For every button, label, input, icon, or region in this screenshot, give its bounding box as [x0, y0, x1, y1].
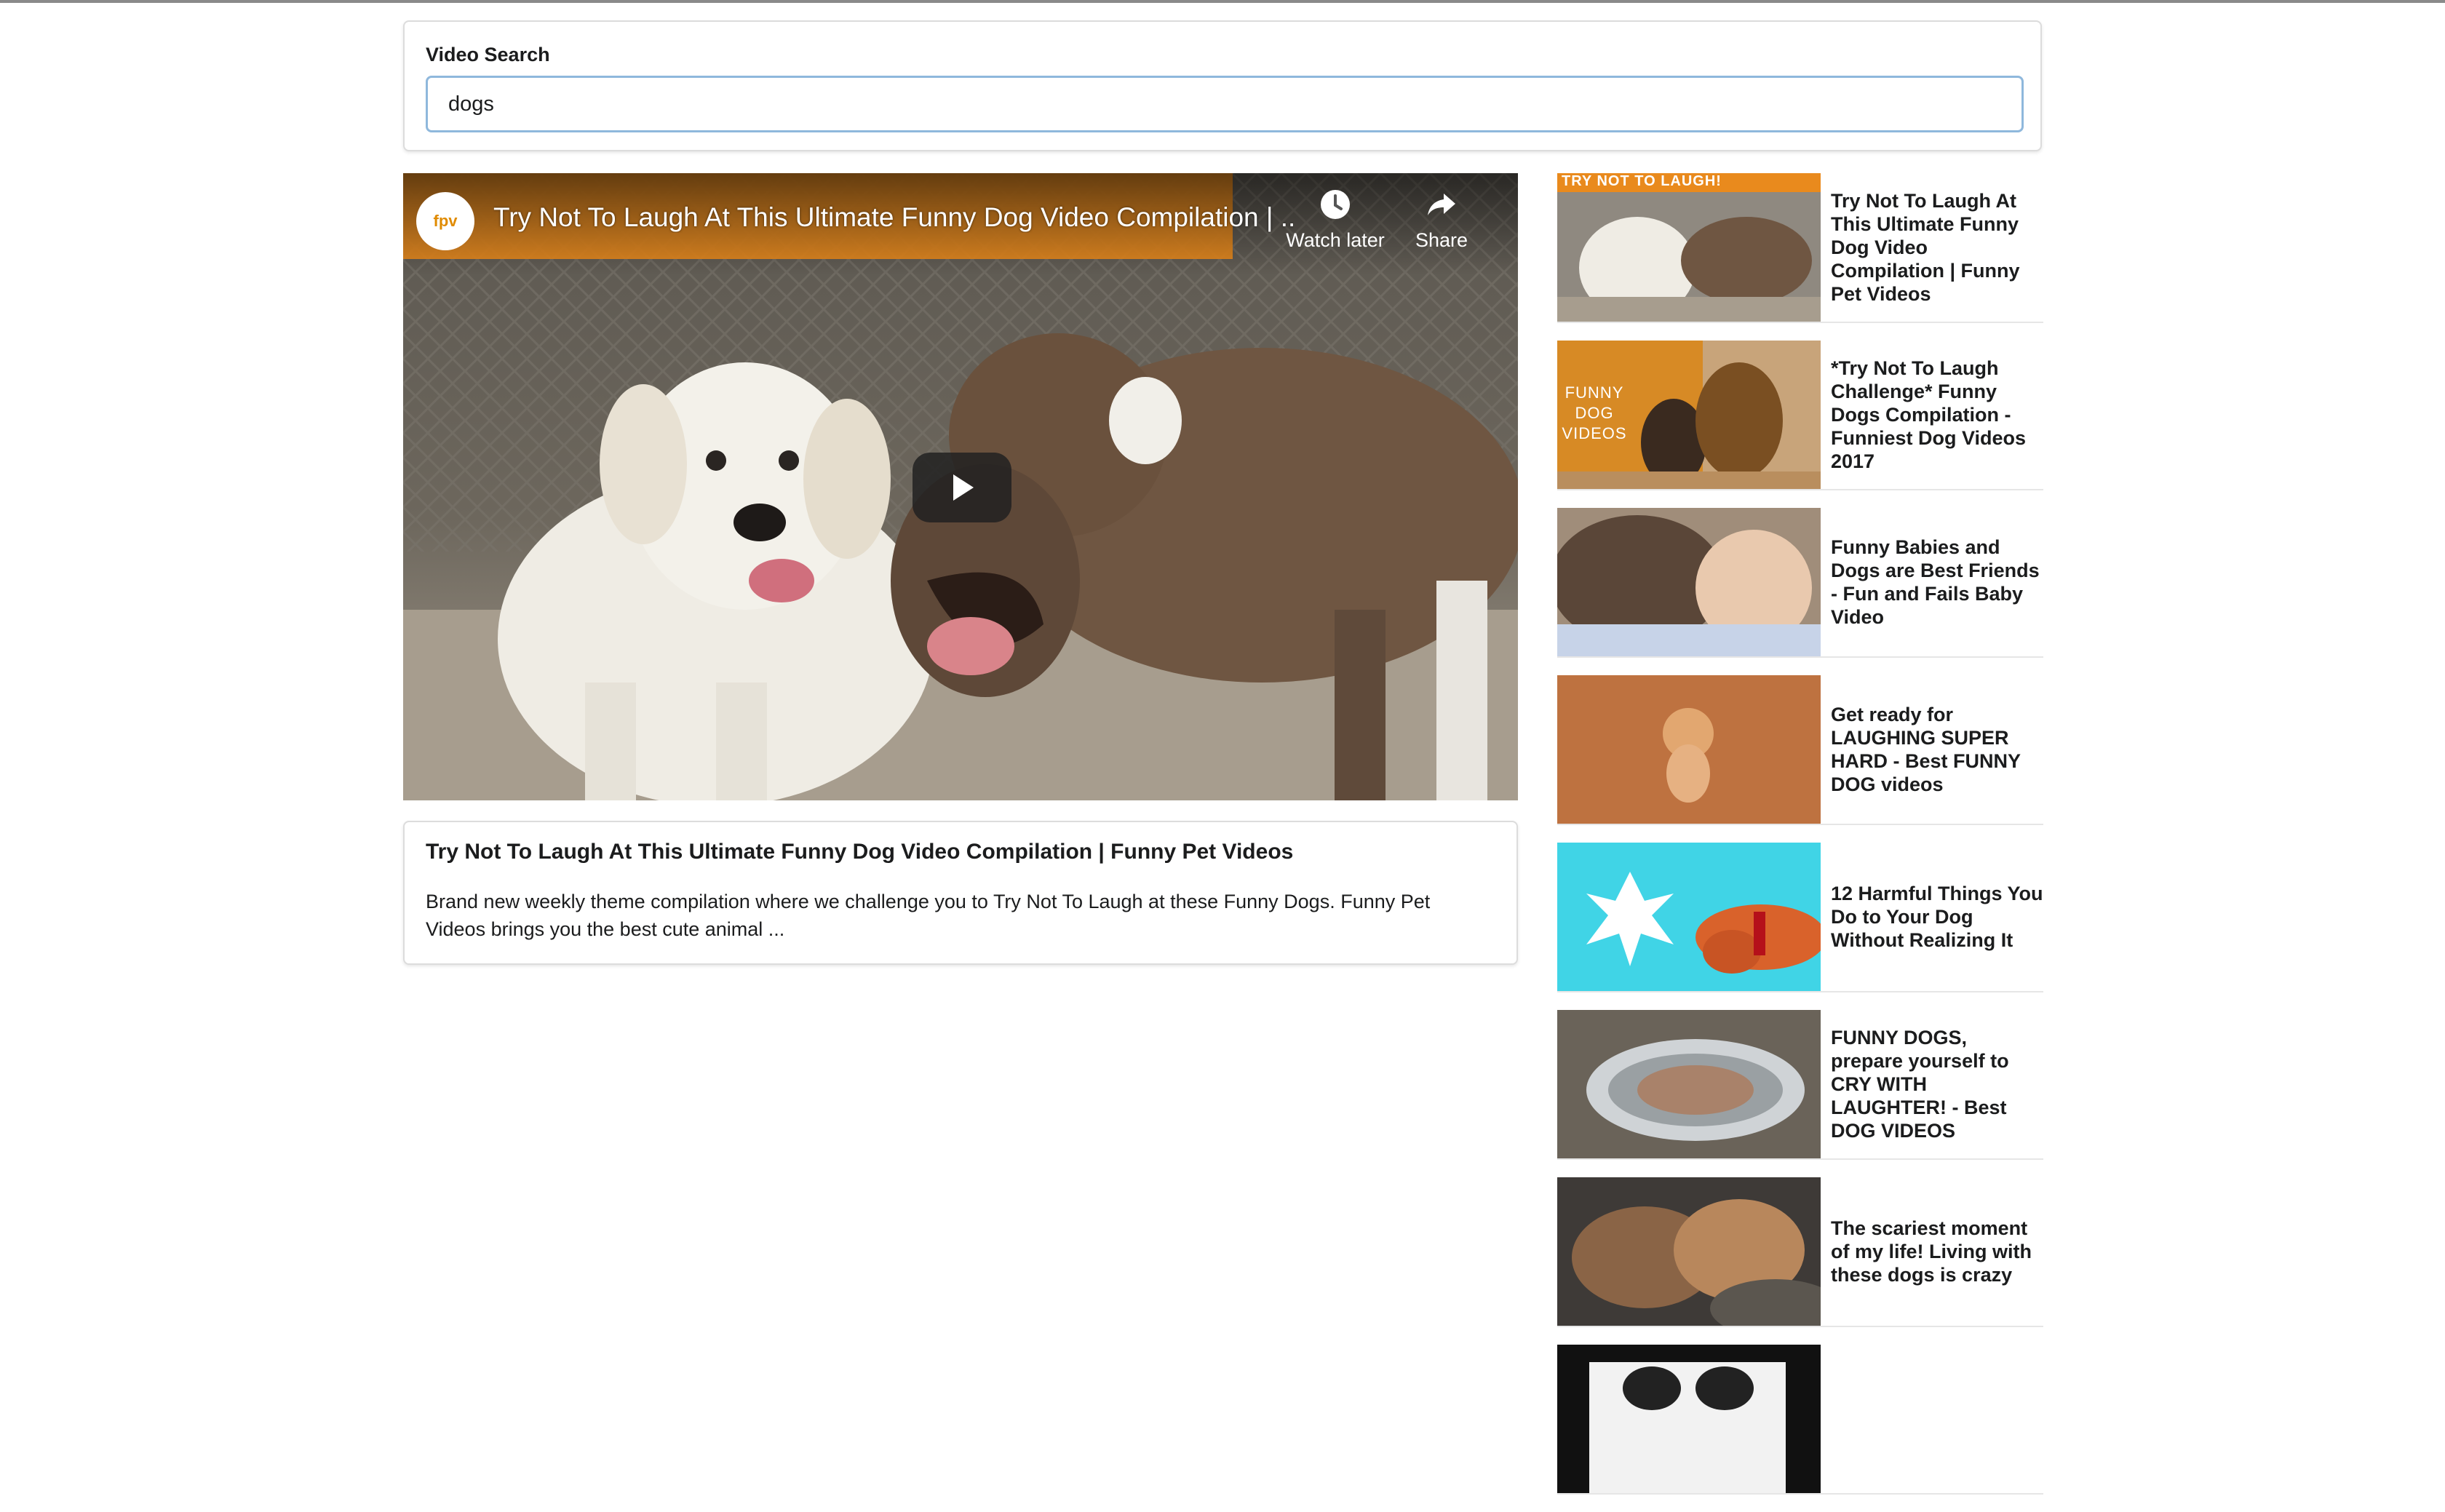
- channel-avatar[interactable]: fpv: [416, 192, 474, 250]
- video-thumbnail[interactable]: [1557, 508, 1821, 656]
- video-list-item-title: 12 Harmful Things You Do to Your Dog Wit…: [1831, 883, 2043, 951]
- clock-icon: [1321, 190, 1350, 219]
- video-list-item-title: [1831, 1345, 2043, 1493]
- video-list-item-title: *Try Not To Laugh Challenge* Funny Dogs …: [1831, 357, 2027, 472]
- video-player[interactable]: fpv Try Not To Laugh At This Ultimate Fu…: [403, 173, 1518, 800]
- video-thumbnail[interactable]: [1557, 843, 1821, 991]
- video-list-item-title: FUNNY DOGS, prepare yourself to CRY WITH…: [1831, 1027, 2009, 1142]
- share-label: Share: [1415, 229, 1468, 251]
- video-list-item[interactable]: TRY NOT TO LAUGH! Try Not To Laugh At Th…: [1557, 173, 2043, 323]
- share-button[interactable]: Share: [1387, 188, 1496, 252]
- video-details-card: Try Not To Laugh At This Ultimate Funny …: [403, 821, 1518, 965]
- video-thumbnail[interactable]: [1557, 675, 1821, 824]
- video-thumbnail[interactable]: FUNNY DOG VIDEOS: [1557, 341, 1821, 489]
- watch-later-label: Watch later: [1286, 229, 1385, 251]
- video-details-title: Try Not To Laugh At This Ultimate Funny …: [426, 840, 1294, 864]
- video-thumbnail[interactable]: TRY NOT TO LAUGH!: [1557, 173, 1821, 322]
- watch-later-button[interactable]: Watch later: [1281, 188, 1390, 252]
- video-list-item-title: The scariest moment of my life! Living w…: [1831, 1217, 2032, 1286]
- video-list-item[interactable]: 12 Harmful Things You Do to Your Dog Wit…: [1557, 843, 2043, 992]
- video-list-item-title: Funny Babies and Dogs are Best Friends -…: [1831, 536, 2040, 628]
- share-icon: [1428, 194, 1455, 215]
- video-list-item[interactable]: The scariest moment of my life! Living w…: [1557, 1177, 2043, 1327]
- thumbnail-text: TRY NOT TO LAUGH!: [1562, 173, 1722, 189]
- video-list-item-title: Get ready for LAUGHING SUPER HARD - Best…: [1831, 704, 2021, 795]
- video-list-item[interactable]: Get ready for LAUGHING SUPER HARD - Best…: [1557, 675, 2043, 825]
- video-list: TRY NOT TO LAUGH! Try Not To Laugh At Th…: [1557, 173, 2043, 1512]
- video-thumbnail[interactable]: [1557, 1345, 1821, 1493]
- video-list-item-title: Try Not To Laugh At This Ultimate Funny …: [1831, 190, 2020, 305]
- player-title[interactable]: Try Not To Laugh At This Ultimate Funny …: [493, 202, 1294, 233]
- video-thumbnail[interactable]: [1557, 1177, 1821, 1326]
- video-thumbnail[interactable]: [1557, 1010, 1821, 1158]
- video-list-item[interactable]: Funny Babies and Dogs are Best Friends -…: [1557, 508, 2043, 658]
- video-list-item[interactable]: [1557, 1345, 2043, 1495]
- search-label: Video Search: [426, 44, 550, 65]
- play-icon: [953, 474, 974, 501]
- search-panel: Video Search: [403, 20, 2042, 151]
- video-list-item[interactable]: FUNNY DOGS, prepare yourself to CRY WITH…: [1557, 1010, 2043, 1160]
- video-list-item[interactable]: FUNNY DOG VIDEOS *Try Not To Laugh Chall…: [1557, 341, 2043, 490]
- thumbnail-text: FUNNY DOG VIDEOS: [1562, 383, 1627, 442]
- search-input[interactable]: [426, 76, 2024, 132]
- play-button[interactable]: [913, 453, 1011, 522]
- video-details-description: Brand new weekly theme compilation where…: [426, 891, 1431, 940]
